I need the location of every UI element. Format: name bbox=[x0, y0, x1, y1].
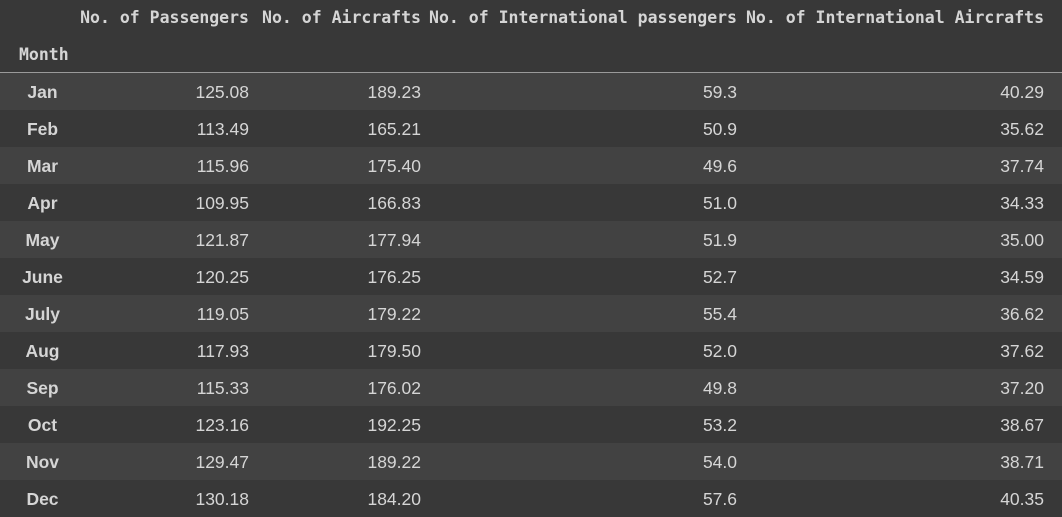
column-header: No. of Aircrafts bbox=[262, 8, 421, 27]
table-cell: 51.0 bbox=[702, 193, 737, 213]
row-index-month: Dec bbox=[26, 489, 59, 509]
table-cell: 51.9 bbox=[702, 230, 737, 250]
table-cell: 109.95 bbox=[195, 193, 249, 213]
row-index-month: July bbox=[24, 304, 61, 324]
dataframe-output: No. of Passengers No. of Aircrafts No. o… bbox=[0, 0, 1062, 517]
row-index-month: Mar bbox=[26, 156, 59, 176]
table-cell: 59.3 bbox=[702, 82, 737, 102]
column-header: No. of International Aircrafts bbox=[745, 8, 1044, 27]
table-cell: 117.93 bbox=[196, 341, 249, 361]
table-row: Aug 117.93 179.50 52.0 37.62 bbox=[0, 332, 1062, 369]
row-index-month: Sep bbox=[26, 378, 59, 398]
row-index-month: Apr bbox=[27, 193, 58, 213]
table-cell: 55.4 bbox=[702, 304, 737, 324]
table-row: Dec 130.18 184.20 57.6 40.35 bbox=[0, 480, 1062, 517]
table-cell: 179.50 bbox=[367, 341, 421, 361]
table-cell: 40.35 bbox=[1000, 489, 1044, 509]
row-index-month: Jan bbox=[27, 82, 58, 102]
table-cell: 34.33 bbox=[1000, 193, 1044, 213]
table-cell: 34.59 bbox=[1000, 267, 1044, 287]
table-cell: 35.00 bbox=[1000, 230, 1044, 250]
table-cell: 38.67 bbox=[1000, 415, 1044, 435]
table-cell: 52.7 bbox=[702, 267, 737, 287]
column-header-row: No. of Passengers No. of Aircrafts No. o… bbox=[0, 0, 1062, 36]
table-cell: 115.33 bbox=[196, 378, 249, 398]
table-row: Feb 113.49 165.21 50.9 35.62 bbox=[0, 110, 1062, 147]
row-index-month: Feb bbox=[26, 119, 59, 139]
row-index-month: Oct bbox=[27, 415, 58, 435]
table-cell: 37.62 bbox=[1000, 341, 1044, 361]
table-cell: 37.74 bbox=[1000, 156, 1044, 176]
table-cell: 175.40 bbox=[367, 156, 421, 176]
table-cell: 121.87 bbox=[195, 230, 249, 250]
table-row: Mar 115.96 175.40 49.6 37.74 bbox=[0, 147, 1062, 184]
table-body: Jan 125.08 189.23 59.3 40.29 Feb 113.49 165.21 5… bbox=[0, 73, 1062, 517]
table-cell: 130.18 bbox=[195, 489, 249, 509]
table-cell: 49.8 bbox=[702, 378, 737, 398]
table-cell: 166.83 bbox=[367, 193, 421, 213]
table-cell: 120.25 bbox=[195, 267, 249, 287]
table-cell: 37.20 bbox=[1000, 378, 1044, 398]
table-cell: 189.23 bbox=[367, 82, 421, 102]
column-header: No. of International passengers bbox=[429, 8, 737, 27]
table-cell: 49.6 bbox=[702, 156, 737, 176]
table-cell: 179.22 bbox=[367, 304, 421, 324]
table-cell: 123.16 bbox=[195, 415, 249, 435]
table-cell: 176.02 bbox=[367, 378, 421, 398]
column-header: No. of Passengers bbox=[80, 8, 249, 27]
table-row: Sep 115.33 176.02 49.8 37.20 bbox=[0, 369, 1062, 406]
table-cell: 36.62 bbox=[1000, 304, 1044, 324]
table-row: Apr 109.95 166.83 51.0 34.33 bbox=[0, 184, 1062, 221]
table-cell: 38.71 bbox=[1000, 452, 1044, 472]
table-cell: 119.05 bbox=[196, 304, 249, 324]
table-cell: 129.47 bbox=[195, 452, 249, 472]
table-row: July 119.05 179.22 55.4 36.62 bbox=[0, 295, 1062, 332]
table-cell: 165.21 bbox=[367, 119, 421, 139]
table-cell: 189.22 bbox=[367, 452, 421, 472]
table-cell: 176.25 bbox=[367, 267, 421, 287]
table-cell: 54.0 bbox=[702, 452, 737, 472]
table-row: May 121.87 177.94 51.9 35.00 bbox=[0, 221, 1062, 258]
index-header: Month bbox=[19, 45, 69, 64]
table-row: June 120.25 176.25 52.7 34.59 bbox=[0, 258, 1062, 295]
table-cell: 115.96 bbox=[196, 156, 249, 176]
table-cell: 35.62 bbox=[1000, 119, 1044, 139]
row-index-month: May bbox=[25, 230, 60, 250]
table-row: Nov 129.47 189.22 54.0 38.71 bbox=[0, 443, 1062, 480]
table-cell: 50.9 bbox=[702, 119, 737, 139]
table-cell: 52.0 bbox=[702, 341, 737, 361]
row-index-month: Nov bbox=[25, 452, 60, 472]
row-index-month: June bbox=[22, 267, 63, 287]
table-cell: 177.94 bbox=[367, 230, 421, 250]
table-cell: 40.29 bbox=[1000, 82, 1044, 102]
table-cell: 192.25 bbox=[367, 415, 421, 435]
table-row: Jan 125.08 189.23 59.3 40.29 bbox=[0, 73, 1062, 110]
table-cell: 113.49 bbox=[196, 119, 249, 139]
row-index-month: Aug bbox=[25, 341, 60, 361]
table-cell: 125.08 bbox=[195, 82, 249, 102]
table-cell: 57.6 bbox=[702, 489, 737, 509]
table-cell: 53.2 bbox=[702, 415, 737, 435]
table-cell: 184.20 bbox=[367, 489, 421, 509]
table-row: Oct 123.16 192.25 53.2 38.67 bbox=[0, 406, 1062, 443]
index-header-row: Month bbox=[0, 36, 1062, 72]
